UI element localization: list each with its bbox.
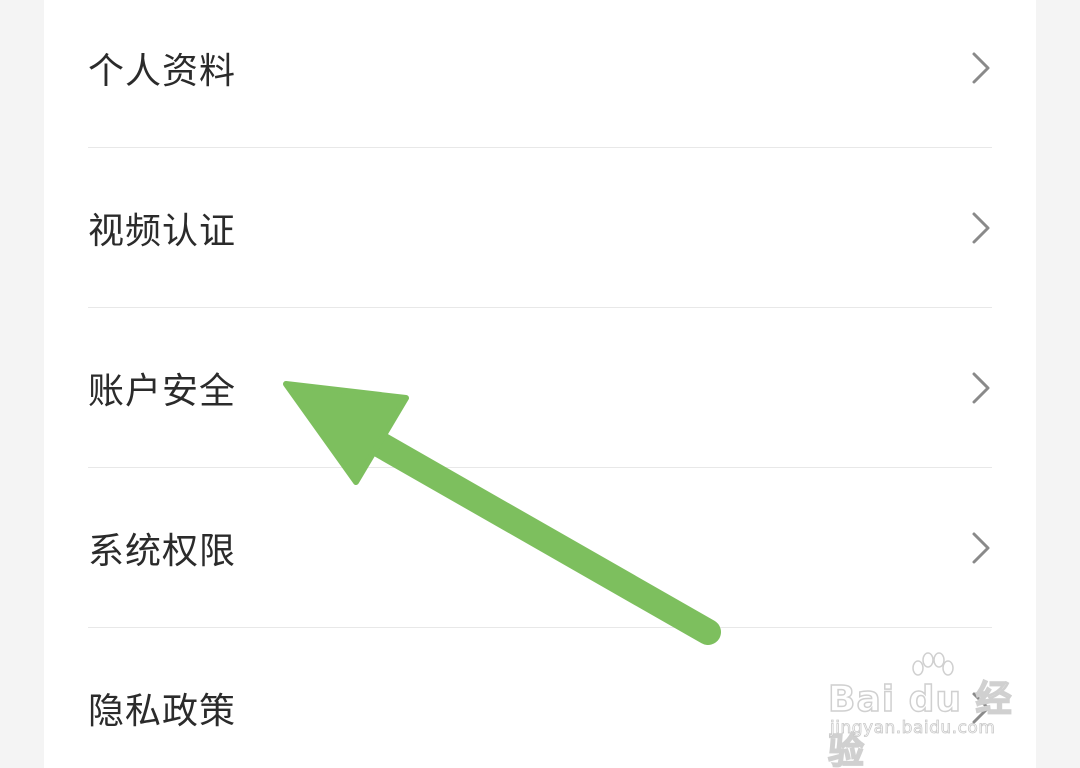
settings-card: 个人资料 视频认证 账户安全 系统权限 隐私政策 [44,0,1036,768]
menu-item-label: 个人资料 [88,51,237,92]
menu-item-privacy-policy[interactable]: 隐私政策 [44,628,1036,768]
screen: 个人资料 视频认证 账户安全 系统权限 隐私政策 Bai du 经验 jingy… [0,0,1080,768]
menu-item-label: 视频认证 [88,211,237,252]
menu-item-profile[interactable]: 个人资料 [44,0,1036,148]
settings-menu: 个人资料 视频认证 账户安全 系统权限 隐私政策 [44,0,1036,768]
menu-item-label: 账户安全 [88,371,237,412]
menu-item-system-permissions[interactable]: 系统权限 [44,468,1036,628]
menu-item-label: 隐私政策 [88,691,237,732]
menu-item-video-verification[interactable]: 视频认证 [44,148,1036,308]
menu-item-label: 系统权限 [88,531,237,572]
chevron-right-icon [970,51,992,85]
chevron-right-icon [970,211,992,245]
menu-item-account-security[interactable]: 账户安全 [44,308,1036,468]
chevron-right-icon [970,691,992,725]
chevron-right-icon [970,531,992,565]
chevron-right-icon [970,371,992,405]
